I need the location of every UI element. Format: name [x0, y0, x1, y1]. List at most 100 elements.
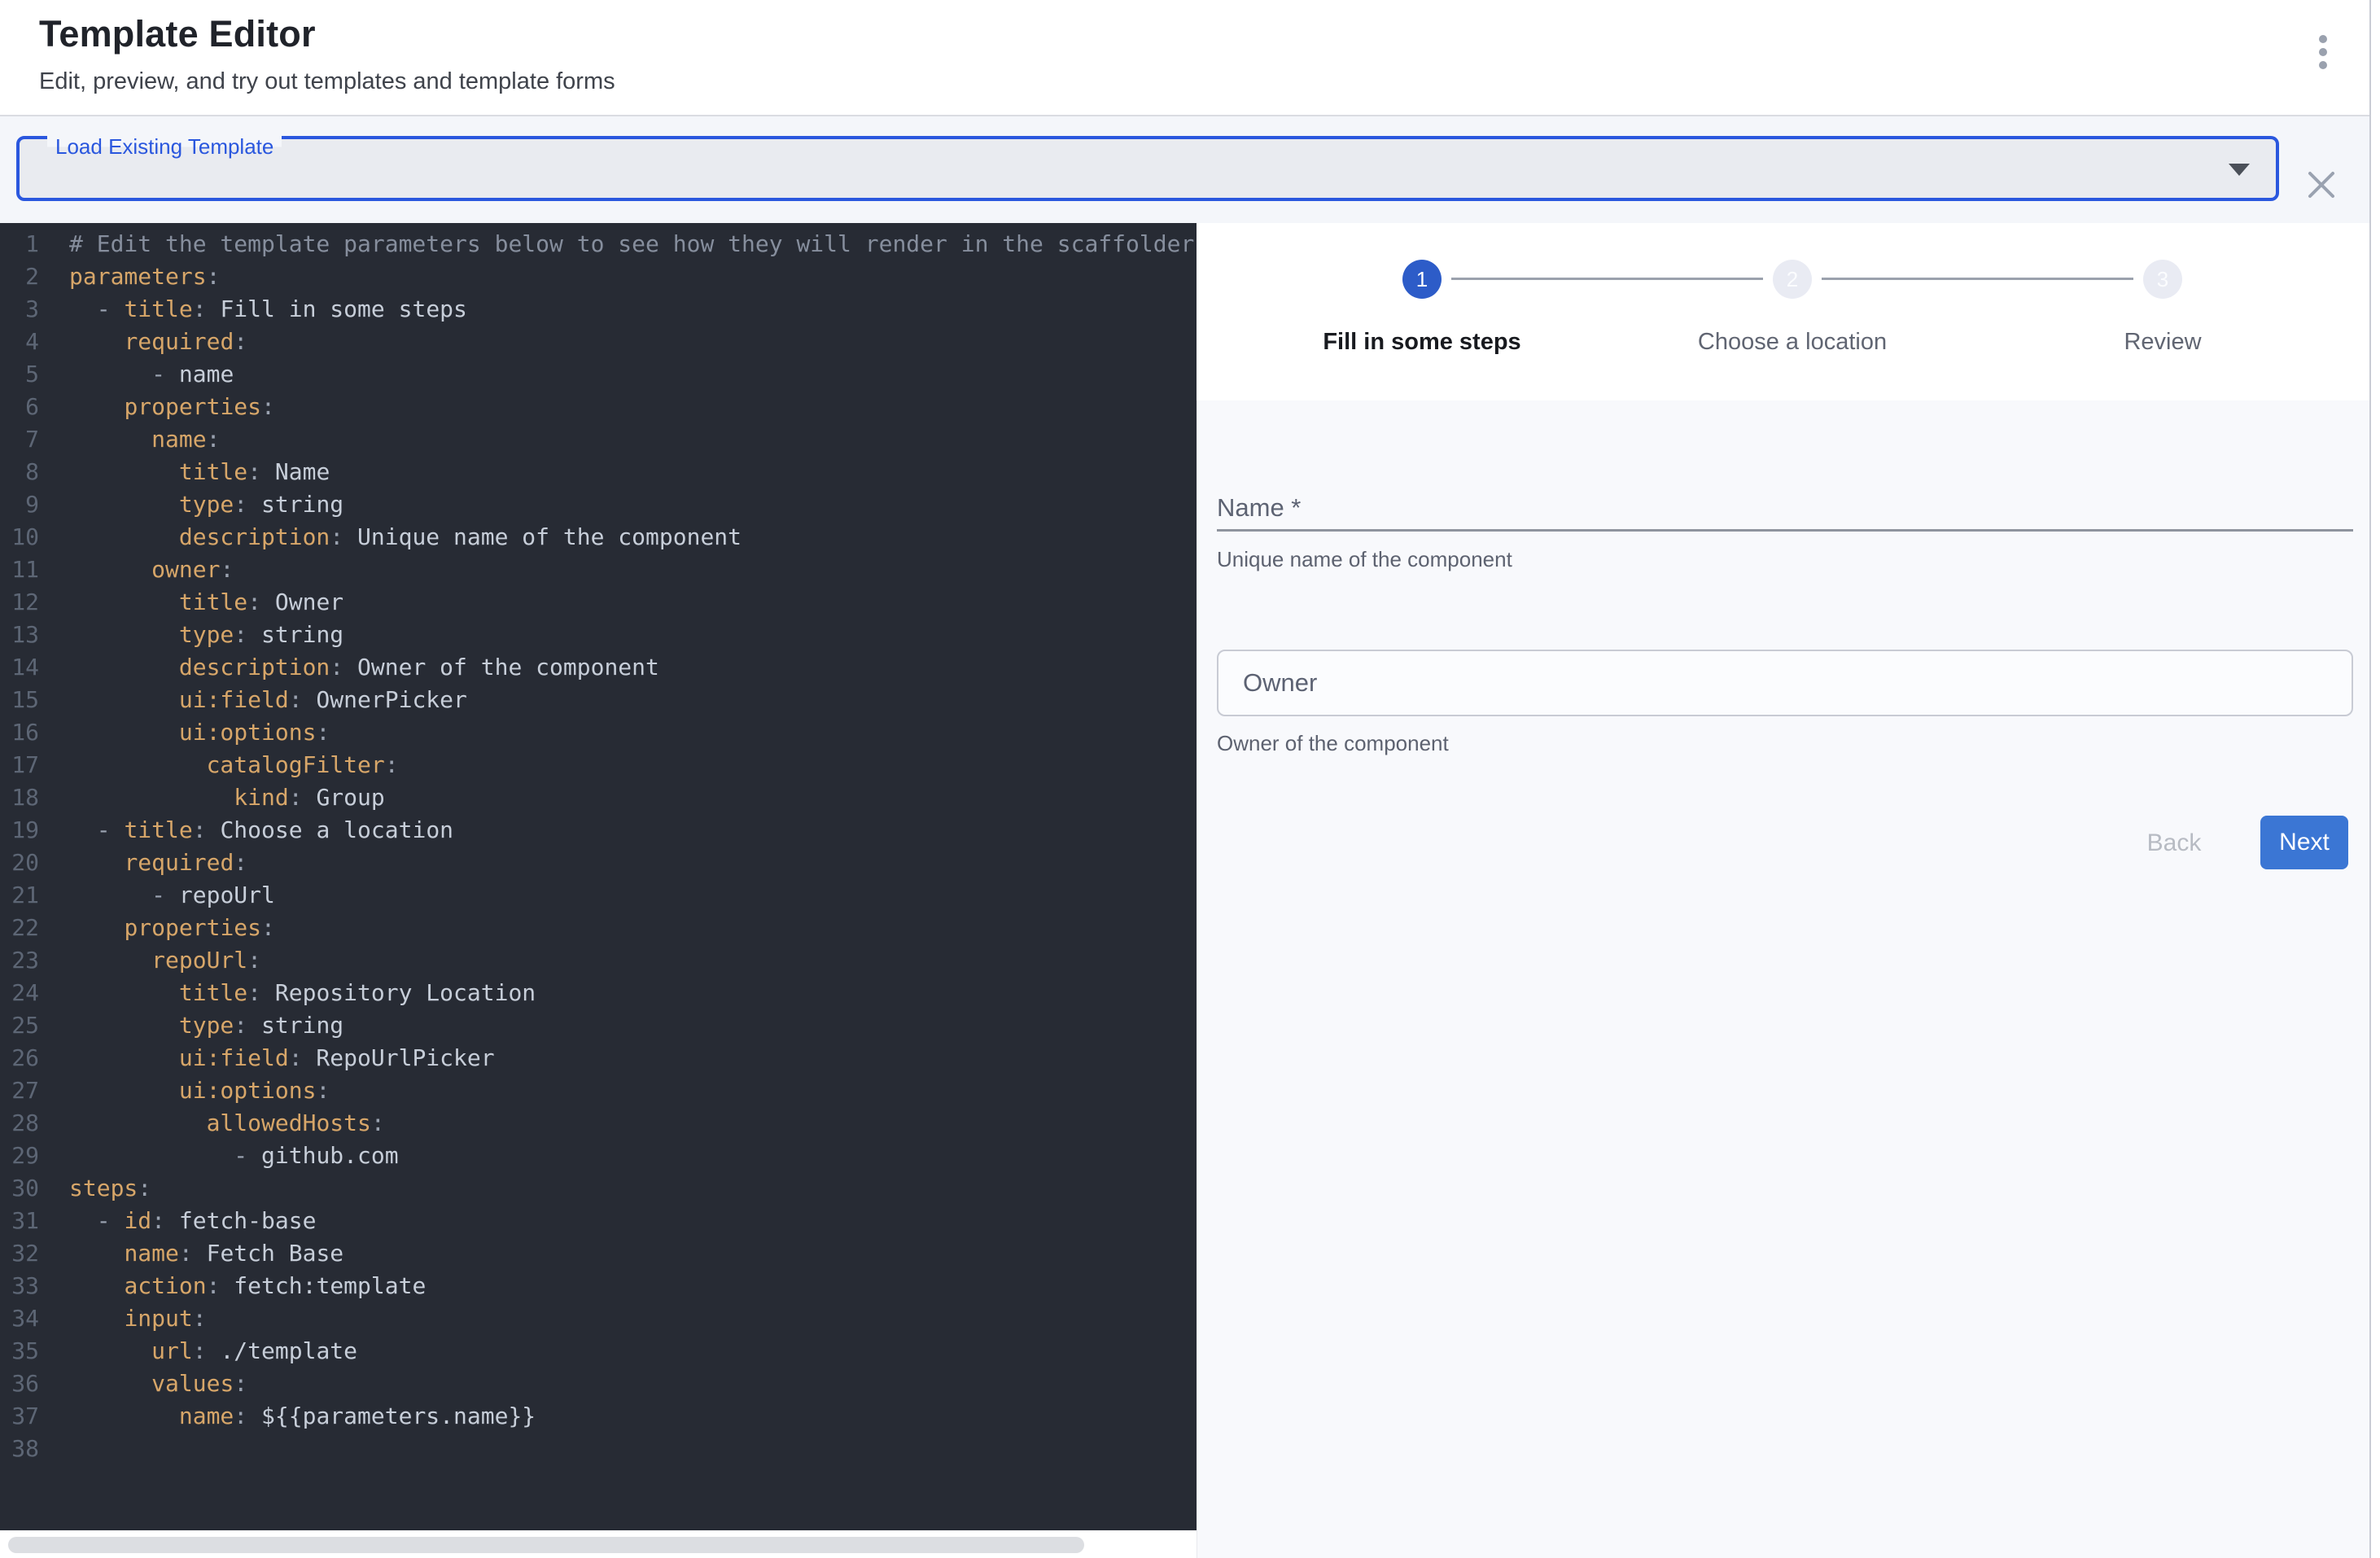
editor-hscrollbar-track[interactable] — [0, 1530, 1197, 1558]
step-label-3: Review — [2000, 329, 2325, 356]
next-button[interactable]: Next — [2260, 816, 2348, 869]
code-editor[interactable]: 1 # Edit the template parameters below to… — [0, 223, 1197, 1530]
code-line: 5 - name — [0, 358, 1197, 391]
code-line: 2 parameters: — [0, 260, 1197, 293]
line-number: 36 — [0, 1368, 39, 1400]
line-number: 20 — [0, 847, 39, 879]
line-number: 13 — [0, 619, 39, 651]
code-line: 34 input: — [0, 1302, 1197, 1335]
line-number: 4 — [0, 326, 39, 358]
code-line: 33 action: fetch:template — [0, 1270, 1197, 1302]
line-number: 21 — [0, 879, 39, 912]
page-subtitle: Edit, preview, and try out templates and… — [39, 68, 615, 95]
code-line: 14 description: Owner of the component — [0, 651, 1197, 684]
code-text: description: Owner of the component — [69, 651, 659, 684]
owner-input[interactable]: Owner — [1217, 650, 2353, 716]
code-text: title: Owner — [69, 586, 343, 619]
code-line: 36 values: — [0, 1368, 1197, 1400]
code-text: owner: — [69, 554, 234, 586]
step-label-1: Fill in some steps — [1259, 329, 1585, 356]
code-text: required: — [69, 326, 247, 358]
line-number: 34 — [0, 1302, 39, 1335]
code-text: type: string — [69, 1009, 343, 1042]
code-text: properties: — [69, 912, 275, 944]
clear-template-button[interactable] — [2303, 167, 2339, 203]
code-line: 20 required: — [0, 847, 1197, 879]
step-connector — [1822, 278, 2133, 280]
load-template-bar: Load Existing Template — [0, 116, 2371, 223]
line-number: 11 — [0, 554, 39, 586]
line-number: 23 — [0, 944, 39, 977]
line-number: 32 — [0, 1237, 39, 1270]
line-number: 35 — [0, 1335, 39, 1368]
page-title: Template Editor — [39, 13, 316, 55]
code-line: 21 - repoUrl — [0, 879, 1197, 912]
line-number: 16 — [0, 716, 39, 749]
kebab-menu-icon[interactable] — [2297, 26, 2349, 78]
code-text: allowedHosts: — [69, 1107, 385, 1140]
code-text: - id: fetch-base — [69, 1205, 316, 1237]
code-line: 8 title: Name — [0, 456, 1197, 488]
line-number: 6 — [0, 391, 39, 423]
code-text: parameters: — [69, 260, 220, 293]
close-icon — [2303, 167, 2339, 203]
line-number: 37 — [0, 1400, 39, 1433]
code-line: 32 name: Fetch Base — [0, 1237, 1197, 1270]
step-icon-2[interactable]: 2 — [1773, 260, 1812, 299]
code-line: 27 ui:options: — [0, 1074, 1197, 1107]
code-line: 15 ui:field: OwnerPicker — [0, 684, 1197, 716]
step-icon-1[interactable]: 1 — [1402, 260, 1442, 299]
window-vscrollbar-track[interactable] — [2369, 0, 2380, 1558]
code-line: 10 description: Unique name of the compo… — [0, 521, 1197, 554]
line-number: 22 — [0, 912, 39, 944]
line-number: 17 — [0, 749, 39, 781]
code-line: 4 required: — [0, 326, 1197, 358]
name-field-helper: Unique name of the component — [1217, 547, 1512, 572]
code-line: 6 properties: — [0, 391, 1197, 423]
step-icon-3[interactable]: 3 — [2143, 260, 2182, 299]
code-text: ui:options: — [69, 1074, 330, 1107]
load-template-select[interactable]: Load Existing Template — [16, 136, 2279, 201]
code-lines: 1 # Edit the template parameters below to… — [0, 228, 1197, 1465]
line-number: 38 — [0, 1433, 39, 1465]
code-text: type: string — [69, 488, 343, 521]
editor-hscrollbar-thumb[interactable] — [8, 1537, 1084, 1553]
code-line: 17 catalogFilter: — [0, 749, 1197, 781]
step-connector — [1451, 278, 1763, 280]
code-text: kind: Group — [69, 781, 385, 814]
line-number: 14 — [0, 651, 39, 684]
code-text: - github.com — [69, 1140, 399, 1172]
line-number: 30 — [0, 1172, 39, 1205]
line-number: 7 — [0, 423, 39, 456]
owner-field-label: Owner — [1243, 651, 1317, 715]
stepper: 1 2 3 Fill in some steps Choose a locati… — [1197, 223, 2371, 400]
line-number: 15 — [0, 684, 39, 716]
code-line: 30steps: — [0, 1172, 1197, 1205]
code-text: repoUrl: — [69, 944, 261, 977]
line-number: 1 — [0, 228, 39, 260]
code-line: 24 title: Repository Location — [0, 977, 1197, 1009]
code-line: 29 - github.com — [0, 1140, 1197, 1172]
code-line: 19 - title: Choose a location — [0, 814, 1197, 847]
line-number: 25 — [0, 1009, 39, 1042]
owner-field-helper: Owner of the component — [1217, 731, 1449, 756]
line-number: 8 — [0, 456, 39, 488]
line-number: 29 — [0, 1140, 39, 1172]
code-line: 12 title: Owner — [0, 586, 1197, 619]
code-line: 26 ui:field: RepoUrlPicker — [0, 1042, 1197, 1074]
code-line: 16 ui:options: — [0, 716, 1197, 749]
code-text: title: Repository Location — [69, 977, 536, 1009]
name-field-underline — [1217, 529, 2353, 532]
code-text: - repoUrl — [69, 879, 275, 912]
line-number: 2 — [0, 260, 39, 293]
line-number: 10 — [0, 521, 39, 554]
code-line: 22 properties: — [0, 912, 1197, 944]
code-text: name: — [69, 423, 220, 456]
code-line: 11 owner: — [0, 554, 1197, 586]
code-line: 35 url: ./template — [0, 1335, 1197, 1368]
code-line: 9 type: string — [0, 488, 1197, 521]
code-text: - name — [69, 358, 234, 391]
code-text: # Edit the template parameters below to … — [69, 228, 1197, 260]
back-button[interactable]: Back — [2128, 821, 2220, 866]
code-text: title: Name — [69, 456, 330, 488]
